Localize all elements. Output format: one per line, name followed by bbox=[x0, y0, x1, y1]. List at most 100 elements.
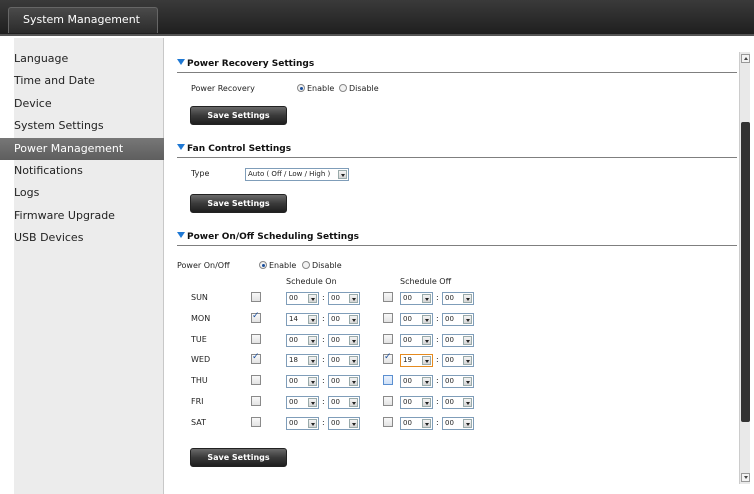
schedule-off-checkbox[interactable] bbox=[383, 352, 393, 364]
schedule-off-hour-select[interactable]: 00 bbox=[400, 334, 433, 347]
schedule-on-checkbox[interactable] bbox=[251, 417, 261, 427]
chevron-down-icon[interactable] bbox=[349, 336, 358, 345]
schedule-off-minute-select[interactable]: 00 bbox=[442, 292, 474, 305]
chevron-down-icon[interactable] bbox=[349, 315, 358, 324]
chevron-down-icon[interactable] bbox=[463, 377, 472, 386]
schedule-on-minute-select[interactable]: 00 bbox=[328, 417, 360, 430]
schedule-on-minute-select[interactable]: 00 bbox=[328, 396, 360, 409]
schedule-off-checkbox[interactable] bbox=[383, 375, 393, 385]
schedule-on-hour-select[interactable]: 00 bbox=[286, 334, 319, 347]
chevron-down-icon[interactable] bbox=[422, 377, 431, 386]
chevron-down-icon[interactable] bbox=[338, 170, 347, 179]
schedule-off-minute-select[interactable]: 00 bbox=[442, 334, 474, 347]
schedule-on-hour-select[interactable]: 00 bbox=[286, 396, 319, 409]
sidebar-item-power-management[interactable]: Power Management bbox=[0, 137, 164, 160]
radio-selected-icon[interactable] bbox=[259, 261, 267, 269]
fan-control-save-button[interactable]: Save Settings bbox=[190, 194, 287, 213]
chevron-down-icon[interactable] bbox=[422, 315, 431, 324]
scheduling-enable-radio[interactable]: Enable bbox=[259, 261, 296, 270]
schedule-off-checkbox[interactable] bbox=[383, 396, 393, 406]
schedule-off-hour-select[interactable]: 00 bbox=[400, 375, 433, 388]
sidebar-item-system-settings[interactable]: System Settings bbox=[14, 115, 163, 137]
schedule-on-hour-select[interactable]: 00 bbox=[286, 292, 319, 305]
tab-system-management[interactable]: System Management bbox=[8, 7, 158, 33]
schedule-off-minute-select[interactable]: 00 bbox=[442, 313, 474, 326]
collapse-triangle-icon[interactable] bbox=[177, 144, 185, 150]
schedule-off-checkbox[interactable] bbox=[383, 292, 393, 302]
chevron-down-icon[interactable] bbox=[349, 294, 358, 303]
schedule-off-minute-select[interactable]: 00 bbox=[442, 354, 474, 367]
schedule-off-minute-select[interactable]: 00 bbox=[442, 396, 474, 409]
schedule-on-hour-select[interactable]: 00 bbox=[286, 375, 319, 388]
sidebar-item-logs[interactable]: Logs bbox=[14, 182, 163, 204]
sidebar-item-language[interactable]: Language bbox=[14, 48, 163, 70]
schedule-off-checkbox[interactable] bbox=[383, 334, 393, 344]
scroll-up-icon[interactable] bbox=[741, 54, 750, 63]
schedule-on-minute-select[interactable]: 00 bbox=[328, 334, 360, 347]
schedule-off-hour-select[interactable]: 00 bbox=[400, 292, 433, 305]
fan-type-select[interactable]: Auto ( Off / Low / High ) bbox=[245, 168, 349, 181]
schedule-on-checkbox[interactable] bbox=[251, 311, 261, 323]
collapse-triangle-icon[interactable] bbox=[177, 59, 185, 65]
schedule-on-minute-select[interactable]: 00 bbox=[328, 354, 360, 367]
schedule-off-hour-select[interactable]: 19 bbox=[400, 354, 433, 367]
chevron-down-icon[interactable] bbox=[422, 398, 431, 407]
chevron-down-icon[interactable] bbox=[308, 294, 317, 303]
chevron-down-icon[interactable] bbox=[349, 377, 358, 386]
schedule-on-hour-select[interactable]: 00 bbox=[286, 417, 319, 430]
scheduling-disable-radio[interactable]: Disable bbox=[302, 261, 342, 270]
schedule-on-hour-select[interactable]: 18 bbox=[286, 354, 319, 367]
chevron-down-icon[interactable] bbox=[308, 336, 317, 345]
schedule-on-hour-select[interactable]: 14 bbox=[286, 313, 319, 326]
chevron-down-icon[interactable] bbox=[349, 419, 358, 428]
schedule-on-checkbox[interactable] bbox=[251, 334, 261, 344]
chevron-down-icon[interactable] bbox=[422, 336, 431, 345]
sidebar-item-device[interactable]: Device bbox=[14, 93, 163, 115]
scroll-down-icon[interactable] bbox=[741, 473, 750, 482]
chevron-down-icon[interactable] bbox=[463, 315, 472, 324]
chevron-down-icon[interactable] bbox=[463, 336, 472, 345]
schedule-on-minute-select[interactable]: 00 bbox=[328, 292, 360, 305]
sidebar-item-notifications[interactable]: Notifications bbox=[14, 160, 163, 182]
schedule-off-hour-select[interactable]: 00 bbox=[400, 396, 433, 409]
chevron-down-icon[interactable] bbox=[308, 315, 317, 324]
radio-icon[interactable] bbox=[339, 84, 347, 92]
chevron-down-icon[interactable] bbox=[422, 419, 431, 428]
schedule-on-checkbox[interactable] bbox=[251, 292, 261, 302]
schedule-on-checkbox[interactable] bbox=[251, 375, 261, 385]
radio-icon[interactable] bbox=[302, 261, 310, 269]
sidebar-item-firmware-upgrade[interactable]: Firmware Upgrade bbox=[14, 205, 163, 227]
chevron-down-icon[interactable] bbox=[349, 398, 358, 407]
power-recovery-save-button[interactable]: Save Settings bbox=[190, 106, 287, 125]
schedule-off-hour-select[interactable]: 00 bbox=[400, 313, 433, 326]
sidebar-item-usb-devices[interactable]: USB Devices bbox=[14, 227, 163, 249]
power-recovery-enable-radio[interactable]: Enable bbox=[297, 84, 334, 93]
chevron-down-icon[interactable] bbox=[308, 356, 317, 365]
schedule-off-checkbox[interactable] bbox=[383, 417, 393, 427]
schedule-off-hour-select[interactable]: 00 bbox=[400, 417, 433, 430]
schedule-on-checkbox[interactable] bbox=[251, 352, 261, 364]
chevron-down-icon[interactable] bbox=[349, 356, 358, 365]
chevron-down-icon[interactable] bbox=[463, 294, 472, 303]
chevron-down-icon[interactable] bbox=[308, 419, 317, 428]
chevron-down-icon[interactable] bbox=[422, 294, 431, 303]
schedule-on-minute-select[interactable]: 00 bbox=[328, 375, 360, 388]
chevron-down-icon[interactable] bbox=[463, 398, 472, 407]
sidebar-item-time-and-date[interactable]: Time and Date bbox=[14, 70, 163, 92]
power-recovery-disable-radio[interactable]: Disable bbox=[339, 84, 379, 93]
vertical-scrollbar[interactable] bbox=[739, 52, 750, 484]
collapse-triangle-icon[interactable] bbox=[177, 232, 185, 238]
scroll-thumb[interactable] bbox=[741, 122, 750, 422]
chevron-down-icon[interactable] bbox=[308, 377, 317, 386]
chevron-down-icon[interactable] bbox=[463, 419, 472, 428]
chevron-down-icon[interactable] bbox=[422, 356, 431, 365]
chevron-down-icon[interactable] bbox=[463, 356, 472, 365]
schedule-off-checkbox[interactable] bbox=[383, 313, 393, 323]
chevron-down-icon[interactable] bbox=[308, 398, 317, 407]
schedule-off-minute-select[interactable]: 00 bbox=[442, 375, 474, 388]
schedule-off-minute-select[interactable]: 00 bbox=[442, 417, 474, 430]
schedule-on-checkbox[interactable] bbox=[251, 396, 261, 406]
scheduling-save-button[interactable]: Save Settings bbox=[190, 448, 287, 467]
schedule-on-minute-select[interactable]: 00 bbox=[328, 313, 360, 326]
radio-selected-icon[interactable] bbox=[297, 84, 305, 92]
